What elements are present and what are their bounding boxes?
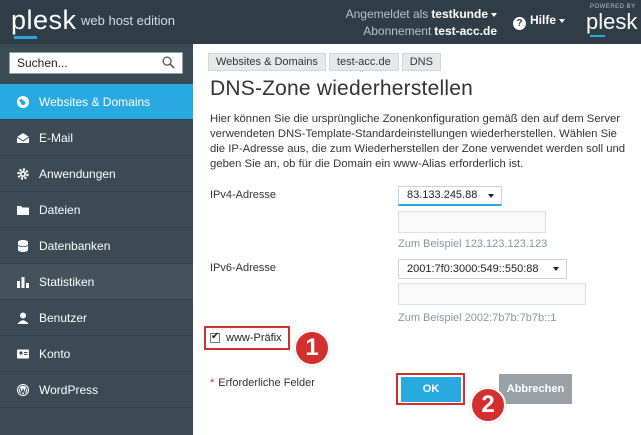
- search-input[interactable]: [10, 53, 160, 73]
- ipv4-label: IPv4-Adresse: [210, 189, 277, 201]
- envelope-icon: [16, 132, 30, 143]
- top-header: plesk web host edition Angemeldet als tes…: [0, 0, 641, 44]
- powered-by-plesk-logo: plesk: [586, 9, 638, 34]
- step-badge-1: 1: [294, 330, 330, 366]
- chevron-down-icon: [488, 194, 494, 198]
- sidebar-item-datenbanken[interactable]: Datenbanken: [0, 228, 193, 264]
- sidebar-item-websites-domains[interactable]: Websites & Domains: [0, 84, 193, 120]
- main-content: Websites & Domains test-acc.de DNS DNS-Z…: [193, 44, 641, 435]
- breadcrumb-websites-domains[interactable]: Websites & Domains: [208, 53, 326, 71]
- sidebar-item-label: Websites & Domains: [39, 94, 151, 109]
- required-fields-note: * Erforderliche Felder: [210, 377, 315, 389]
- account-info: Angemeldet als testkunde Abonnement test-a…: [346, 6, 497, 40]
- sidebar-item-anwendungen[interactable]: Anwendungen: [0, 156, 193, 192]
- ok-button[interactable]: OK: [401, 377, 461, 402]
- sidebar-item-konto[interactable]: Konto: [0, 336, 193, 372]
- sidebar-item-label: Statistiken: [39, 274, 95, 289]
- chevron-down-icon: [559, 18, 566, 23]
- page-title: DNS-Zone wiederherstellen: [210, 77, 473, 100]
- ipv4-select[interactable]: 83.133.245.88: [398, 186, 502, 206]
- sidebar: Websites & Domains E-Mail Anwendungen Da…: [0, 44, 193, 435]
- edition-label: web host edition: [81, 13, 175, 28]
- sidebar-item-label: WordPress: [39, 382, 99, 397]
- gear-icon: [17, 167, 29, 180]
- www-prefix-checkbox[interactable]: [210, 331, 220, 343]
- ipv6-selected-value: 2001:7f0:3000:549::550:88: [407, 263, 539, 275]
- page-description: Hier können Sie die ursprüngliche Zonenk…: [210, 113, 626, 170]
- sidebar-item-label: Benutzer: [39, 310, 88, 325]
- required-star: *: [210, 377, 215, 389]
- subscription-value[interactable]: test-acc.de: [434, 24, 497, 38]
- question-icon: ?: [513, 17, 526, 30]
- plesk-logo[interactable]: plesk: [11, 6, 77, 34]
- id-card-icon: [17, 349, 29, 358]
- search-icon[interactable]: [162, 56, 175, 69]
- logged-in-label: Angemeldet als: [345, 7, 429, 21]
- sidebar-item-statistiken[interactable]: Statistiken: [0, 264, 193, 300]
- ipv6-select[interactable]: 2001:7f0:3000:549::550:88: [398, 259, 567, 279]
- bar-chart-icon: [17, 276, 29, 288]
- sidebar-nav: Websites & Domains E-Mail Anwendungen Da…: [0, 84, 193, 408]
- ipv6-input[interactable]: [398, 283, 586, 305]
- logo-underline: [590, 35, 605, 37]
- www-prefix-highlight: www-Präfix: [204, 326, 290, 350]
- sidebar-item-wordpress[interactable]: WordPress: [0, 372, 193, 408]
- globe-icon: [17, 95, 29, 108]
- www-prefix-label[interactable]: www-Präfix: [226, 332, 282, 344]
- subscription-label: Abonnement: [363, 24, 432, 38]
- ipv6-hint: Zum Beispiel 2002:7b7b:7b7b::1: [398, 312, 557, 324]
- chevron-down-icon: [553, 267, 559, 271]
- help-label: Hilfe: [530, 13, 557, 27]
- logo-underline: [14, 36, 37, 39]
- help-menu[interactable]: ? Hilfe: [513, 13, 566, 30]
- sidebar-item-label: Dateien: [39, 202, 81, 217]
- sidebar-item-dateien[interactable]: Dateien: [0, 192, 193, 228]
- user-menu[interactable]: testkunde: [431, 7, 488, 21]
- sidebar-search: [9, 52, 183, 74]
- breadcrumb-domain[interactable]: test-acc.de: [328, 53, 399, 71]
- folder-icon: [17, 205, 29, 215]
- user-icon: [17, 312, 29, 324]
- required-fields-label: Erforderliche Felder: [218, 377, 315, 389]
- database-icon: [17, 239, 29, 252]
- ipv4-input[interactable]: [398, 211, 546, 233]
- ipv4-hint: Zum Beispiel 123.123.123.123: [398, 238, 548, 250]
- sidebar-item-label: E-Mail: [39, 130, 74, 145]
- wordpress-icon: [17, 383, 29, 396]
- ipv4-selected-value: 83.133.245.88: [407, 189, 478, 201]
- sidebar-item-label: Datenbanken: [39, 238, 111, 253]
- cancel-button[interactable]: Abbrechen: [499, 374, 572, 404]
- chevron-down-icon[interactable]: [491, 13, 497, 18]
- step-badge-2: 2: [470, 387, 506, 423]
- breadcrumb: Websites & Domains test-acc.de DNS: [208, 53, 444, 71]
- sidebar-item-label: Konto: [39, 346, 71, 361]
- sidebar-item-benutzer[interactable]: Benutzer: [0, 300, 193, 336]
- sidebar-item-email[interactable]: E-Mail: [0, 120, 193, 156]
- breadcrumb-dns[interactable]: DNS: [401, 53, 441, 71]
- sidebar-item-label: Anwendungen: [39, 166, 116, 181]
- ipv6-label: IPv6-Adresse: [210, 262, 277, 274]
